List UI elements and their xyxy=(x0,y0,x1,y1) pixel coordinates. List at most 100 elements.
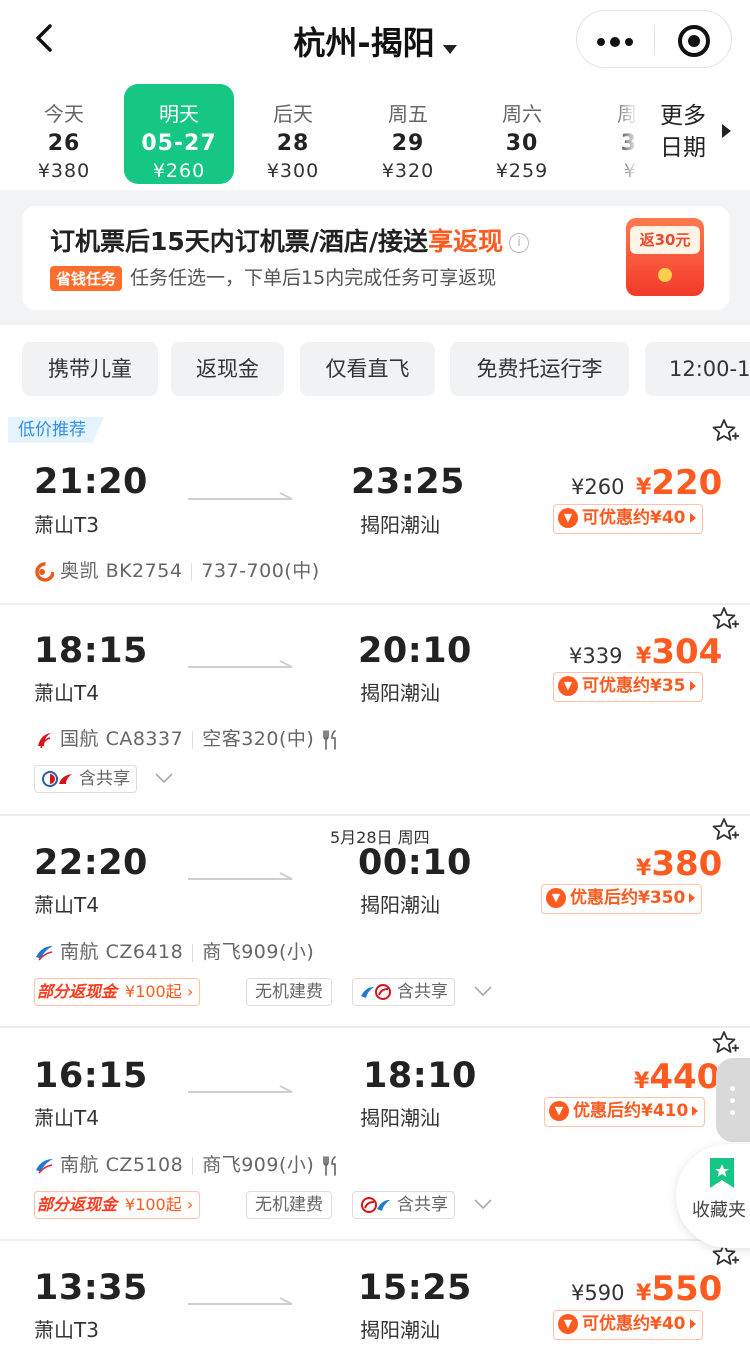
discount-badge[interactable]: ▼ 优惠后约¥350 xyxy=(541,884,703,914)
discount-badge[interactable]: ▼ 优惠后约¥410 xyxy=(544,1097,706,1127)
capsule-divider xyxy=(654,25,655,55)
china-southern-logo-icon xyxy=(36,945,53,961)
no-airport-fee-tag: 无机建费 xyxy=(246,1191,332,1219)
promo-title: 订机票后15天内订机票/酒店/接送享返现 i xyxy=(50,222,530,258)
favorite-star-icon[interactable] xyxy=(711,1029,739,1057)
filter-chip-cashback[interactable]: 返现金 xyxy=(171,342,284,396)
nav-header: 杭州-揭阳 xyxy=(0,0,750,78)
date-day: 28 xyxy=(276,131,310,156)
codeshare-airline-logos-icon xyxy=(361,984,391,1000)
cashback-tag[interactable]: 部分返现金 ¥100起 › xyxy=(34,978,201,1006)
departure-airport: 萧山T3 xyxy=(34,513,99,537)
discount-arrow-icon: ▼ xyxy=(546,888,566,908)
side-drawer-handle[interactable] xyxy=(716,1058,750,1142)
favorites-label: 收藏夹 xyxy=(692,1200,746,1221)
chevron-down-icon[interactable] xyxy=(474,1199,492,1209)
flight-price: ¥440 xyxy=(634,1057,721,1097)
date-price: ¥320 xyxy=(381,160,435,182)
date-day: 26 xyxy=(47,131,81,156)
filter-chip-free-baggage[interactable]: 免费托运行李 xyxy=(450,342,629,396)
departure-time: 18:15 xyxy=(34,631,148,671)
air-china-logo-icon xyxy=(38,732,51,748)
chevron-down-icon[interactable] xyxy=(155,773,173,783)
date-item-day-after[interactable]: 后天 28 ¥300 xyxy=(238,84,348,184)
date-weekday: 周六 xyxy=(502,102,542,126)
discount-arrow-icon: ▼ xyxy=(558,1314,578,1334)
cashback-tag[interactable]: 部分返现金 ¥100起 › xyxy=(34,1191,201,1219)
date-weekday: 今天 xyxy=(44,102,84,126)
discount-arrow-icon: ▼ xyxy=(558,676,578,696)
date-item-today[interactable]: 今天 26 ¥380 xyxy=(9,84,119,184)
filter-chip-time[interactable]: 12:00-1 xyxy=(645,342,750,396)
cashback-promo-banner[interactable]: 订机票后15天内订机票/酒店/接送享返现 i 省钱任务 任务任选一，下单后15内完成… xyxy=(22,206,730,310)
more-dates-label: 更多 日期 xyxy=(660,103,706,161)
filter-chip-children[interactable]: 携带儿童 xyxy=(22,342,158,396)
promo-subtitle: 省钱任务 任务任选一，下单后15内完成任务可享返现 xyxy=(50,263,496,291)
codeshare-tag[interactable]: 含共享 xyxy=(352,1191,455,1219)
arrival-airport: 揭阳潮汕 xyxy=(360,513,440,537)
flight-price: ¥220 xyxy=(636,463,723,503)
arrival-time: 15:25 xyxy=(358,1268,472,1308)
date-weekday: 明天 xyxy=(159,102,199,126)
departure-time: 13:35 xyxy=(34,1268,148,1308)
red-envelope-badge[interactable]: 返30元 xyxy=(626,218,704,296)
chevron-right-icon xyxy=(689,1319,696,1329)
codeshare-tag[interactable]: 含共享 xyxy=(34,765,137,793)
flight-arrow-icon xyxy=(188,1085,293,1093)
departure-time: 21:20 xyxy=(34,462,148,502)
departure-time: 22:20 xyxy=(34,843,148,883)
filter-bar: 携带儿童 返现金 仅看直飞 免费托运行李 12:00-1 xyxy=(0,325,750,413)
arrival-time: 20:10 xyxy=(358,631,472,671)
chevron-right-icon xyxy=(692,1106,699,1116)
departure-airport: 萧山T4 xyxy=(34,1106,99,1130)
info-icon[interactable]: i xyxy=(509,233,530,253)
flight-arrow-icon xyxy=(188,492,293,500)
codeshare-airline-logos-icon xyxy=(361,1197,390,1213)
date-item-saturday[interactable]: 周六 30 ¥259 xyxy=(467,84,577,184)
red-envelope-label: 返30元 xyxy=(630,226,700,254)
date-price: ¥300 xyxy=(266,160,320,182)
arrival-airport: 揭阳潮汕 xyxy=(360,1318,440,1342)
more-dots-icon[interactable] xyxy=(597,37,637,47)
favorite-star-icon[interactable] xyxy=(711,417,739,445)
flight-price: ¥550 xyxy=(636,1269,723,1309)
coin-icon xyxy=(658,268,672,282)
favorite-star-icon[interactable] xyxy=(711,605,739,633)
discount-arrow-icon: ▼ xyxy=(549,1101,569,1121)
arrival-airport: 揭阳潮汕 xyxy=(360,893,440,917)
codeshare-tag[interactable]: 含共享 xyxy=(352,978,455,1006)
chevron-right-icon xyxy=(689,513,696,523)
airline-info: 奥凯 BK2754 737-700(中) xyxy=(34,556,320,583)
date-price: ¥380 xyxy=(37,160,91,182)
no-airport-fee-tag: 无机建费 xyxy=(246,978,332,1006)
original-price: ¥260 xyxy=(571,475,625,499)
more-dates-button[interactable]: 更多 日期 xyxy=(636,78,750,190)
meal-icon xyxy=(323,729,337,750)
discount-badge[interactable]: ▼ 可优惠约¥40 xyxy=(553,504,703,534)
chevron-right-icon xyxy=(689,893,696,903)
date-day: 30 xyxy=(505,131,539,156)
favorite-star-icon[interactable] xyxy=(711,816,739,844)
date-selector: 今天 26 ¥380 明天 05-27 ¥260 后天 28 ¥300 周五 2… xyxy=(0,78,750,190)
discount-badge[interactable]: ▼ 可优惠约¥35 xyxy=(553,672,703,702)
departure-airport: 萧山T3 xyxy=(34,1318,99,1342)
saving-task-tag: 省钱任务 xyxy=(50,266,123,291)
arrival-time: 18:10 xyxy=(363,1056,477,1096)
date-day: 05-27 xyxy=(141,131,217,156)
chevron-right-icon xyxy=(722,124,731,138)
low-price-tag: 低价推荐 xyxy=(8,417,104,443)
airline-info: 南航 CZ5108 商飞909(小) xyxy=(34,1150,340,1177)
departure-airport: 萧山T4 xyxy=(34,681,99,705)
date-price: ¥259 xyxy=(495,160,549,182)
flight-arrow-icon xyxy=(188,872,293,880)
route-title: 杭州-揭阳 xyxy=(293,24,435,62)
airline-info: 南航 CZ6418 商飞909(小) xyxy=(34,937,314,964)
mini-program-close-icon[interactable] xyxy=(678,25,710,57)
date-item-friday[interactable]: 周五 29 ¥320 xyxy=(353,84,463,184)
filter-chip-direct[interactable]: 仅看直飞 xyxy=(300,342,435,396)
flight-price: ¥304 xyxy=(636,632,723,672)
date-item-tomorrow[interactable]: 明天 05-27 ¥260 xyxy=(124,84,234,184)
chevron-down-icon[interactable] xyxy=(474,986,492,996)
date-day: 29 xyxy=(391,131,425,156)
discount-badge[interactable]: ▼ 可优惠约¥40 xyxy=(553,1310,703,1340)
